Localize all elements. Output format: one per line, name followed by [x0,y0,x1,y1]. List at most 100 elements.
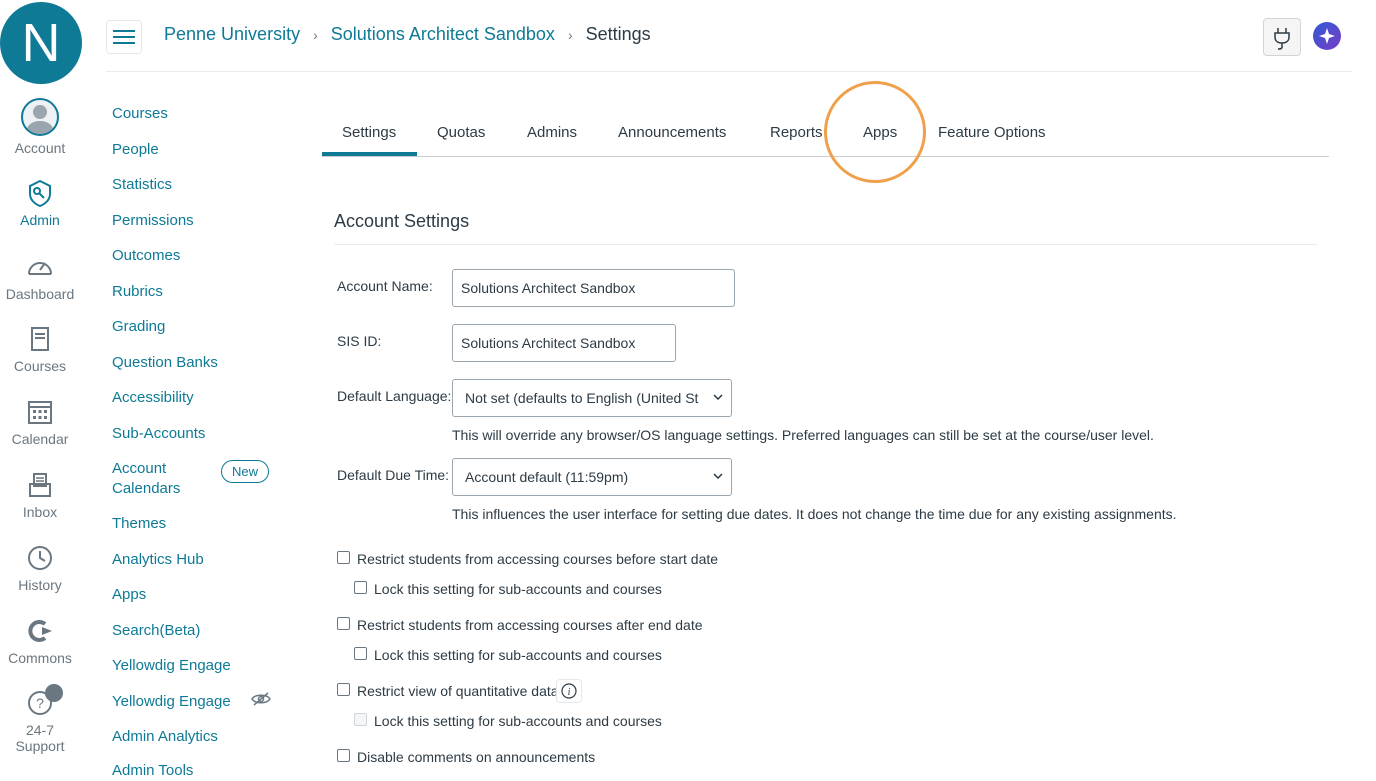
tab-announcements[interactable]: Announcements [618,124,726,141]
account-nav-outcomes[interactable]: Outcomes [112,246,180,266]
dashboard-icon [28,262,52,275]
account-nav-courses[interactable]: Courses [112,104,168,124]
checkbox-label: Lock this setting for sub-accounts and c… [374,713,662,729]
account-nav-yellowdig-engage-hidden[interactable]: Yellowdig Engage [112,692,231,712]
account-nav-statistics[interactable]: Statistics [112,175,172,195]
account-nav-search-beta[interactable]: Search(Beta) [112,621,200,641]
info-button[interactable]: i [556,679,582,703]
global-nav-label: Account [14,140,66,156]
global-nav-label: Inbox [22,504,58,520]
account-nav-admin-tools[interactable]: Admin Tools [112,761,193,781]
default-language-label: Default Language: [337,388,452,404]
institution-logo[interactable]: N [0,2,82,84]
global-nav-calendar[interactable]: Calendar [0,397,80,447]
section-title: Account Settings [334,211,470,231]
global-nav-label: Courses [13,358,67,374]
account-nav-analytics-hub[interactable]: Analytics Hub [112,550,204,570]
global-nav-account[interactable]: Account [0,98,80,156]
account-nav-yellowdig-engage[interactable]: Yellowdig Engage [112,656,231,676]
checkbox-label: Lock this setting for sub-accounts and c… [374,647,662,663]
account-nav-grading[interactable]: Grading [112,317,165,337]
default-due-time-help: This influences the user interface for s… [452,506,1177,522]
global-nav-label: Dashboard [5,286,75,302]
shield-icon [29,179,51,208]
tab-reports[interactable]: Reports [770,124,823,141]
account-nav-themes[interactable]: Themes [112,514,166,534]
default-due-time-value: Account default (11:59pm) [465,469,629,485]
click-highlight-ring [824,81,926,183]
lock-after-end-checkbox[interactable] [354,647,367,660]
plugin-button[interactable] [1263,18,1301,56]
account-nav-permissions[interactable]: Permissions [112,211,194,231]
default-language-help: This will override any browser/OS langua… [452,427,1154,443]
lock-before-start-checkbox[interactable] [354,581,367,594]
restrict-quantitative-data-checkbox[interactable] [337,683,350,696]
account-name-label: Account Name: [337,278,433,294]
account-nav-rubrics[interactable]: Rubrics [112,282,163,302]
avatar-icon [21,98,59,136]
chevron-down-icon [713,473,723,479]
global-nav-dashboard[interactable]: Dashboard [0,252,80,302]
global-nav-inbox[interactable]: Inbox [0,470,80,520]
tab-settings[interactable]: Settings [342,124,396,141]
chevron-right-icon: › [313,27,318,43]
svg-text:?: ? [36,695,44,711]
sis-id-input[interactable] [452,324,676,362]
default-due-time-select[interactable]: Account default (11:59pm) [452,458,732,496]
breadcrumb-link[interactable]: Solutions Architect Sandbox [331,24,555,44]
account-nav-people[interactable]: People [112,140,159,160]
sis-id-label: SIS ID: [337,333,382,349]
clock-icon [28,546,52,570]
checkbox-label: Restrict students from accessing courses… [357,617,703,633]
global-nav-commons[interactable]: Commons [0,616,80,666]
global-nav-support[interactable]: ? 24-7 Support [0,688,80,754]
tab-admins[interactable]: Admins [527,124,577,141]
lock-quantitative-data-checkbox[interactable] [354,713,367,726]
chevron-right-icon: › [567,27,573,43]
hamburger-menu-button[interactable] [106,20,142,54]
default-language-select[interactable]: Not set (defaults to English (United St [452,379,732,417]
restrict-before-start-checkbox[interactable] [337,551,350,564]
header-divider [106,71,1352,72]
account-nav-account-calendars[interactable]: Account Calendars [112,459,202,499]
global-nav-label: Calendar [11,431,69,447]
new-badge: New [221,460,269,483]
tab-feature-options[interactable]: Feature Options [938,124,1046,141]
info-icon: i [561,683,577,699]
account-nav-question-banks[interactable]: Question Banks [112,353,218,373]
notification-dot [45,684,63,702]
account-nav-accessibility[interactable]: Accessibility [112,388,194,408]
restrict-after-end-checkbox[interactable] [337,617,350,630]
inbox-icon [29,473,51,497]
global-nav: N Account Admin Dashboard Courses Calend… [0,0,82,769]
checkbox-label: Lock this setting for sub-accounts and c… [374,581,662,597]
calendar-icon [28,401,52,424]
account-nav-apps[interactable]: Apps [112,585,146,605]
book-icon [31,327,49,351]
checkbox-label: Restrict students from accessing courses… [357,551,719,567]
chevron-down-icon [713,394,723,400]
tab-quotas[interactable]: Quotas [437,124,485,141]
section-divider [334,244,1317,245]
active-tab-indicator [322,152,417,156]
breadcrumb: Penne University › Solutions Architect S… [164,24,651,45]
global-nav-label: Commons [8,650,72,666]
global-nav-admin[interactable]: Admin [0,178,80,228]
ai-assistant-button[interactable] [1313,22,1341,50]
global-nav-label: 24-7 Support [15,722,65,754]
commons-icon [28,620,52,642]
global-nav-label: History [18,577,62,593]
account-nav-sub-accounts[interactable]: Sub-Accounts [112,424,205,444]
account-nav-admin-analytics[interactable]: Admin Analytics [112,727,218,747]
sparkle-icon [1319,28,1335,44]
global-nav-history[interactable]: History [0,543,80,593]
checkbox-label: Restrict view of quantitative data [357,683,559,699]
default-language-value: Not set (defaults to English (United St [465,390,699,406]
svg-text:i: i [568,687,571,698]
disable-announcement-comments-checkbox[interactable] [337,749,350,762]
account-name-input[interactable] [452,269,735,307]
global-nav-courses[interactable]: Courses [0,324,80,374]
eye-slash-icon [251,692,271,706]
checkbox-label: Disable comments on announcements [357,749,596,765]
breadcrumb-link[interactable]: Penne University [164,24,300,44]
